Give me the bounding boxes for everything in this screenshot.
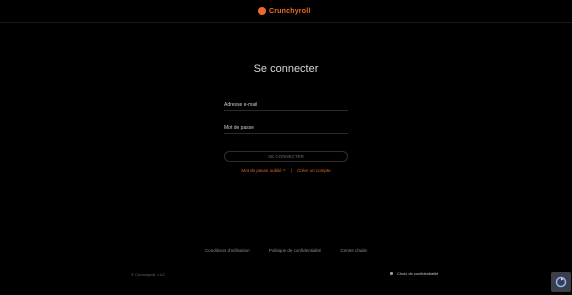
recaptcha-icon [555, 276, 567, 288]
help-center-link[interactable]: Centre d'aide [340, 248, 367, 253]
email-field[interactable] [224, 110, 348, 111]
email-label: Adresse e-mail [224, 102, 258, 108]
password-field[interactable] [224, 133, 348, 134]
forgot-password-link[interactable]: Mot de passe oublié ? [241, 168, 285, 173]
link-separator: | [290, 168, 292, 173]
brand-name: Crunchyroll [269, 7, 311, 15]
copyright-text: © Crunchyroll, LLC [131, 272, 165, 277]
create-account-link[interactable]: Créer un compte [297, 168, 331, 173]
privacy-choices-label: Choix de confidentialité [397, 271, 439, 276]
page-title: Se connecter [253, 63, 319, 75]
terms-link[interactable]: Conditions d'utilisation [205, 248, 250, 253]
privacy-policy-link[interactable]: Politique de confidentialité [269, 248, 321, 253]
footer-links: Conditions d'utilisation Politique de co… [0, 248, 572, 253]
top-bar: Crunchyroll [0, 0, 572, 23]
crunchyroll-logo-icon [258, 7, 266, 15]
privacy-choices-link[interactable]: Choix de confidentialité [390, 271, 438, 276]
account-links: Mot de passe oublié ? | Créer un compte [0, 168, 572, 173]
privacy-choices-icon [390, 272, 393, 275]
brand-logo-link[interactable]: Crunchyroll [258, 6, 310, 16]
recaptcha-badge[interactable] [551, 272, 571, 292]
sign-in-button[interactable]: SE CONNECTER [224, 151, 348, 162]
password-label: Mot de passe [224, 125, 255, 131]
